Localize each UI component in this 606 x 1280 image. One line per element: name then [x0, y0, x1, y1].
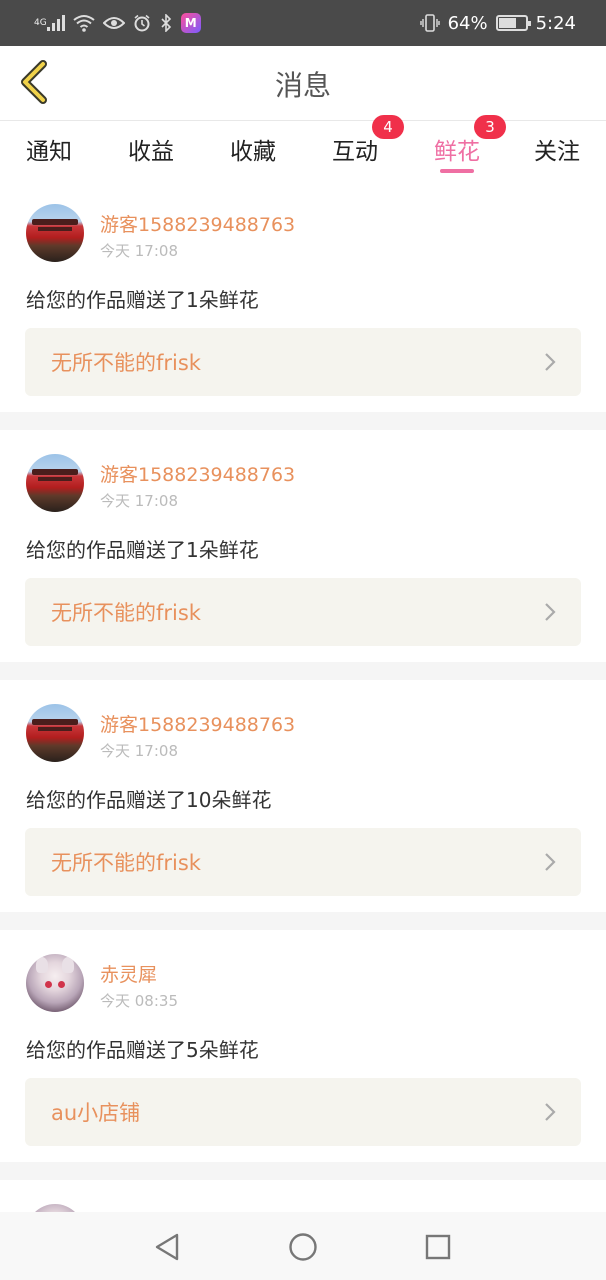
nav-back-icon: [155, 1233, 179, 1261]
app-header: 消息: [0, 46, 606, 122]
tab-label: 收益: [128, 139, 174, 165]
signal-icon: 4G: [34, 12, 65, 34]
bluetooth-icon: [159, 12, 173, 34]
work-link[interactable]: au小店铺: [25, 1078, 581, 1146]
sender-name[interactable]: 游客1588239488763: [100, 710, 295, 737]
work-title: 无所不能的frisk: [51, 851, 201, 875]
system-nav-bar: [0, 1212, 606, 1280]
status-left: 4G M: [34, 12, 201, 34]
chevron-right-icon: [545, 1103, 556, 1121]
work-title: 无所不能的frisk: [51, 601, 201, 625]
back-button[interactable]: [14, 58, 54, 106]
tab-favorites[interactable]: 收藏: [226, 121, 280, 177]
tab-label: 鲜花: [434, 139, 480, 165]
sender-name[interactable]: 赤灵犀: [100, 960, 157, 987]
unread-badge: 3: [474, 115, 506, 139]
nav-recent-button[interactable]: [421, 1230, 455, 1264]
timestamp: 今天 17:08: [100, 492, 178, 510]
tab-label: 通知: [26, 139, 72, 165]
timestamp: 今天 17:08: [100, 742, 178, 760]
clock: 5:24: [535, 12, 576, 34]
tab-bar: 通知 收益 收藏 互动 4 鲜花 3 关注: [0, 115, 606, 180]
tab-notice[interactable]: 通知: [22, 121, 76, 177]
tab-flowers[interactable]: 鲜花 3: [430, 115, 506, 177]
timestamp: 今天 17:08: [100, 242, 178, 260]
tab-earnings[interactable]: 收益: [124, 121, 178, 177]
list-item: 赤灵犀 今天 08:35 给您的作品赠送了5朵鲜花 au小店铺: [0, 930, 606, 1162]
tab-follow[interactable]: 关注: [530, 121, 584, 177]
message-text: 给您的作品赠送了5朵鲜花: [26, 1038, 259, 1062]
nav-home-button[interactable]: [286, 1230, 320, 1264]
status-right: 64% 5:24: [419, 12, 576, 34]
tab-label: 收藏: [230, 139, 276, 165]
list-item: 游客1588239488763 今天 17:08 给您的作品赠送了10朵鲜花 无…: [0, 680, 606, 912]
battery-icon: [495, 15, 531, 31]
avatar[interactable]: [26, 954, 84, 1012]
work-link[interactable]: 无所不能的frisk: [25, 578, 581, 646]
message-text: 给您的作品赠送了1朵鲜花: [26, 288, 259, 312]
chevron-right-icon: [545, 353, 556, 371]
work-title: 无所不能的frisk: [51, 351, 201, 375]
page-title: 消息: [274, 69, 331, 102]
eye-icon: [102, 12, 125, 34]
sender-name[interactable]: 游客1588239488763: [100, 460, 295, 487]
battery-percent: 64%: [447, 12, 488, 34]
app-icon: M: [180, 13, 201, 33]
work-link[interactable]: 无所不能的frisk: [25, 828, 581, 896]
tab-label: 关注: [534, 139, 580, 165]
chevron-right-icon: [545, 603, 556, 621]
status-bar: 4G M 64% 5:24: [0, 0, 606, 46]
vibrate-icon: [419, 12, 440, 34]
avatar[interactable]: [26, 454, 84, 512]
unread-badge: 4: [372, 115, 404, 139]
alarm-icon: [133, 12, 151, 34]
chevron-right-icon: [545, 853, 556, 871]
work-title: au小店铺: [51, 1101, 141, 1125]
message-text: 给您的作品赠送了1朵鲜花: [26, 538, 259, 562]
timestamp: 今天 08:35: [100, 992, 178, 1010]
nav-back-button[interactable]: [150, 1230, 184, 1264]
sender-name[interactable]: 游客1588239488763: [100, 210, 295, 237]
tab-interaction[interactable]: 互动 4: [328, 115, 404, 177]
nav-home-icon: [289, 1233, 317, 1261]
avatar[interactable]: [26, 704, 84, 762]
back-chevron-icon: [21, 60, 47, 104]
list-item: 游客1588239488763 今天 17:08 给您的作品赠送了1朵鲜花 无所…: [0, 430, 606, 662]
list-item: 游客1588239488763 今天 17:08 给您的作品赠送了1朵鲜花 无所…: [0, 180, 606, 412]
tab-label: 互动: [332, 139, 378, 165]
nav-recent-icon: [425, 1234, 451, 1260]
active-tab-indicator: [440, 169, 474, 173]
message-text: 给您的作品赠送了10朵鲜花: [26, 788, 272, 812]
wifi-icon: [73, 12, 95, 34]
work-link[interactable]: 无所不能的frisk: [25, 328, 581, 396]
network-type-label: 4G: [34, 17, 47, 28]
avatar[interactable]: [26, 204, 84, 262]
